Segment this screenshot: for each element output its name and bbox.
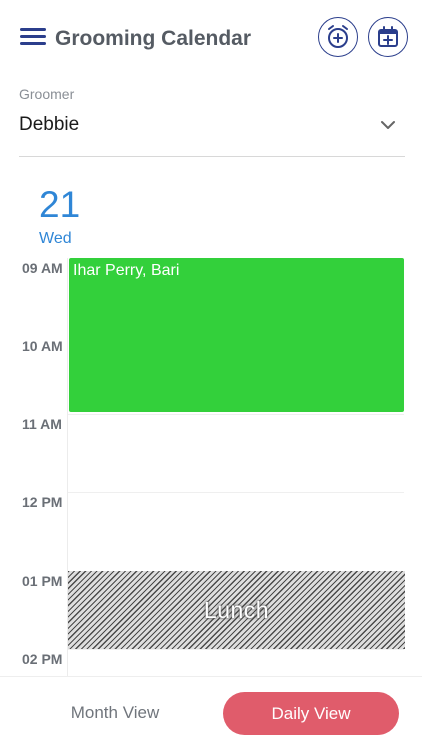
add-alarm-icon bbox=[328, 25, 348, 48]
hour-label: 11 AM bbox=[22, 416, 62, 432]
chevron-down-icon bbox=[381, 121, 395, 129]
hour-label: 01 PM bbox=[22, 573, 63, 589]
hour-gridline bbox=[68, 492, 404, 493]
daily-view-button[interactable]: Daily View bbox=[223, 692, 399, 735]
hour-gridline bbox=[68, 414, 404, 415]
lunch-label: Lunch bbox=[203, 596, 270, 623]
page-title: Grooming Calendar bbox=[55, 27, 252, 50]
hour-gridline bbox=[68, 649, 404, 650]
appointment-title: Ihar Perry, Bari bbox=[73, 262, 180, 279]
add-alarm-button[interactable] bbox=[318, 17, 358, 57]
hour-label: 12 PM bbox=[22, 494, 63, 510]
lunch-break-block[interactable]: Lunch bbox=[68, 571, 405, 649]
daily-calendar: 09 AM 10 AM 11 AM 12 PM 01 PM 02 PM Ihar… bbox=[0, 258, 422, 678]
month-view-button[interactable]: Month View bbox=[36, 693, 194, 733]
groomer-label: Groomer bbox=[19, 86, 75, 102]
groomer-selected-value: Debbie bbox=[19, 114, 80, 135]
hour-label: 09 AM bbox=[22, 260, 63, 276]
date-weekday: Wed bbox=[39, 230, 72, 247]
hamburger-menu-icon[interactable] bbox=[20, 28, 46, 50]
app-header: Grooming Calendar bbox=[0, 0, 422, 80]
appointment-event[interactable]: Ihar Perry, Bari bbox=[69, 258, 404, 412]
add-event-button[interactable] bbox=[368, 17, 408, 57]
groomer-dropdown[interactable]: Debbie bbox=[19, 108, 405, 157]
hour-label: 02 PM bbox=[22, 651, 63, 667]
bottom-navigation: Month View Daily View bbox=[0, 676, 422, 751]
hour-label: 10 AM bbox=[22, 338, 63, 354]
calendar-add-icon bbox=[378, 26, 398, 47]
date-day-number: 21 bbox=[39, 184, 81, 225]
